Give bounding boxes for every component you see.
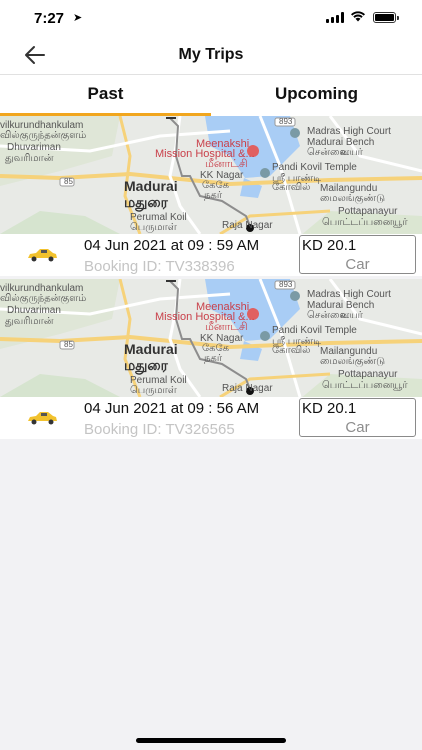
location-arrow-icon: ➤ (73, 12, 83, 24)
map-label: மைலங்குண்டு (320, 193, 386, 204)
trip-price: KD 20.1 (302, 237, 357, 254)
vehicle-type: Car (345, 256, 370, 273)
map-label: உயர் (340, 310, 363, 321)
wifi-icon (350, 10, 366, 25)
map-label: வில்குருந்தன்குளம் (0, 293, 87, 304)
map-label: பெருமாள் (130, 222, 177, 233)
map-label: Raja Nagar (222, 383, 273, 394)
trip-date: 04 Jun 2021 at 09 : 56 AM (84, 400, 260, 417)
fare-box: KD 20.1 Car (299, 235, 416, 274)
trip-card[interactable]: vilkurundhankulam வில்குருந்தன்குளம் Dhu… (0, 116, 422, 276)
map-label: வில்குருந்தன்குளம் (0, 130, 87, 141)
map-label: Madurai (124, 178, 178, 194)
road-label: 85 (64, 177, 73, 186)
trip-price: KD 20.1 (302, 400, 357, 417)
map-label: Pandi Kovil Temple (272, 162, 357, 173)
booking-id: Booking ID: TV338396 (84, 258, 235, 275)
map-label: துவரிமான் (5, 153, 54, 164)
trip-info: 04 Jun 2021 at 09 : 59 AM Booking ID: TV… (0, 234, 422, 276)
home-indicator[interactable] (136, 738, 286, 743)
map-label: மதுரை (124, 194, 168, 210)
map-label: மைலங்குண்டு (320, 356, 386, 367)
tab-upcoming[interactable]: Upcoming (211, 75, 422, 116)
map-label: துவரிமான் (5, 316, 54, 327)
map-label: நகர் (204, 190, 223, 201)
status-bar: 7:27 ➤ (0, 0, 422, 36)
trip-info: 04 Jun 2021 at 09 : 56 AM Booking ID: TV… (0, 397, 422, 439)
map-label: பொட்டப்பனையூர் (322, 217, 408, 228)
map-label: Raja Nagar (222, 220, 273, 231)
map-label: Dhuvariman (7, 142, 61, 153)
trip-card[interactable]: vilkurundhankulam வில்குருந்தன்குளம் Dhu… (0, 279, 422, 439)
road-label: 85 (64, 340, 73, 349)
map-label: Dhuvariman (7, 305, 61, 316)
car-icon (26, 411, 58, 425)
map-label: மதுரை (124, 357, 168, 373)
map-label: உயர் (340, 147, 363, 158)
nav-bar: My Trips (0, 36, 422, 75)
cellular-signal-icon (326, 12, 344, 23)
map-label: Pandi Kovil Temple (272, 325, 357, 336)
map-label: Pottapanayur (338, 206, 398, 217)
tab-past[interactable]: Past (0, 75, 211, 116)
map-label: Madras High Court (307, 126, 391, 137)
map-label: Madurai (124, 341, 178, 357)
battery-icon (373, 12, 399, 23)
road-label: 893 (279, 280, 293, 289)
vehicle-type: Car (345, 419, 370, 436)
road-label: 893 (279, 117, 293, 126)
map-label: Madras High Court (307, 289, 391, 300)
trip-date: 04 Jun 2021 at 09 : 59 AM (84, 237, 260, 254)
map-label: நகர் (204, 353, 223, 364)
booking-id: Booking ID: TV326565 (84, 421, 235, 438)
status-time: 7:27 (34, 10, 65, 27)
car-icon (26, 248, 58, 262)
trip-map: vilkurundhankulam வில்குருந்தன்குளம் Dhu… (0, 116, 422, 234)
page-title: My Trips (178, 46, 244, 63)
map-label: கோவில் (272, 345, 311, 356)
fare-box: KD 20.1 Car (299, 398, 416, 437)
map-label: Pottapanayur (338, 369, 398, 380)
map-label: பொட்டப்பனையூர் (322, 380, 408, 391)
trip-tabs: Past Upcoming (0, 75, 422, 116)
map-label: கோவில் (272, 182, 311, 193)
map-label: பெருமாள் (130, 385, 177, 396)
trip-map: vilkurundhankulam வில்குருந்தன்குளம் Dhu… (0, 279, 422, 397)
